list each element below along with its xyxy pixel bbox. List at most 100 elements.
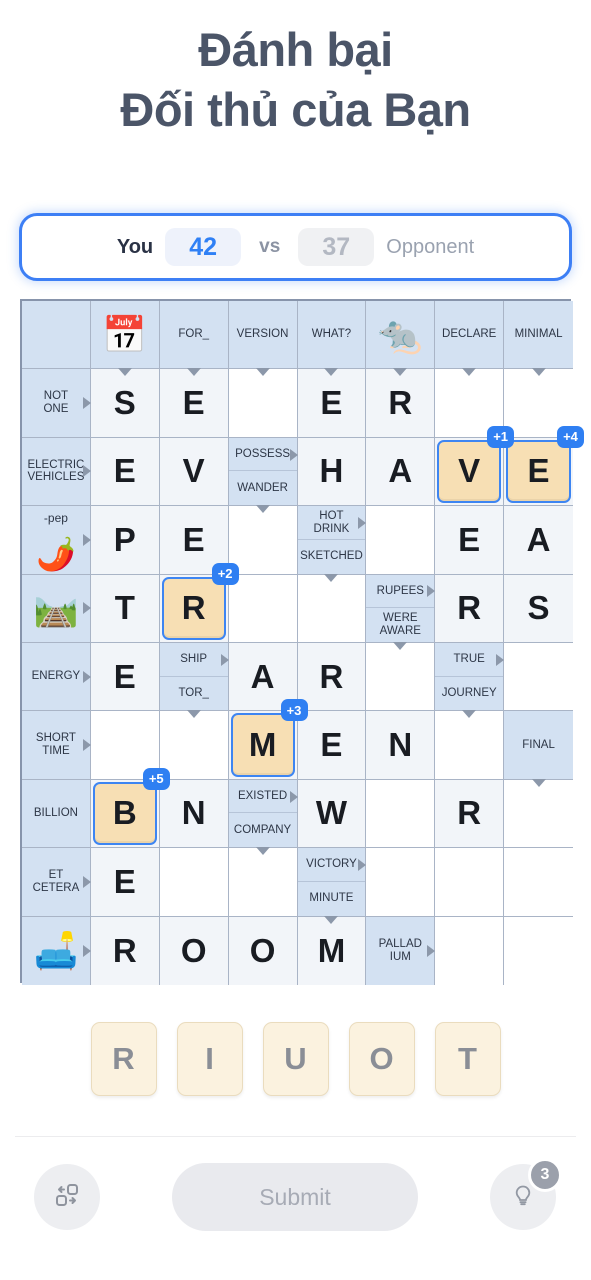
calendar-september-emoji: 📅 (102, 313, 148, 355)
grid-letter-cell[interactable]: E (297, 711, 367, 780)
rack-tile[interactable]: R (90, 1022, 157, 1096)
grid-letter: R (457, 794, 482, 832)
grid-letter-cell[interactable]: R (297, 643, 367, 712)
grid-letter-cell[interactable]: N (366, 711, 436, 780)
clue-text-top: TRUE (435, 643, 504, 677)
submit-button[interactable]: Submit (172, 1163, 418, 1231)
grid-empty-cell[interactable] (159, 848, 229, 917)
arrow-down-icon (255, 505, 270, 514)
rack-tile[interactable]: T (434, 1022, 501, 1096)
rack-tile[interactable]: I (176, 1022, 243, 1096)
grid-empty-cell[interactable] (297, 574, 367, 643)
grid-letter-cell[interactable]: H (297, 437, 367, 507)
grid-letter-cell[interactable]: R (435, 779, 505, 849)
couch-lamp-emoji: 🛋️ (33, 929, 79, 971)
grid-letter-cell[interactable]: T (90, 574, 160, 643)
grid-empty-cell[interactable] (435, 848, 505, 917)
clue-text-bottom: COMPANY (233, 824, 292, 836)
grid-letter-cell[interactable]: E (435, 506, 505, 575)
placed-tile[interactable]: R (161, 576, 226, 640)
opponent-label: Opponent (386, 235, 475, 258)
arrow-right-icon (82, 397, 91, 410)
title-line-2: Đối thủ của Bạn (120, 82, 471, 136)
grid-empty-cell[interactable] (228, 369, 298, 438)
grid-empty-cell[interactable] (504, 779, 573, 849)
grid-empty-cell[interactable] (435, 916, 505, 985)
arrow-right-icon (496, 653, 505, 666)
grid-letter-cell[interactable]: O (228, 916, 298, 985)
grid-letter-cell[interactable]: R (435, 574, 505, 643)
arrow-right-icon (427, 585, 436, 598)
grid-placed-tile-cell[interactable]: M +3 (228, 699, 308, 780)
grid-letter-cell[interactable]: A (504, 506, 573, 575)
grid-letter-cell[interactable]: S (504, 574, 573, 643)
hint-button[interactable]: 3 (490, 1158, 562, 1230)
placed-tile[interactable]: E (506, 439, 571, 504)
grid-placed-tile-cell[interactable]: R +2 (159, 562, 239, 643)
grid-letter: O (249, 931, 276, 969)
grid-empty-cell[interactable] (228, 848, 298, 917)
grid-empty-cell[interactable] (435, 711, 505, 780)
grid-letter-cell[interactable]: E (90, 437, 160, 507)
grid-empty-cell[interactable] (366, 643, 436, 712)
rack-tile[interactable]: U (262, 1022, 329, 1096)
grid-letter-cell[interactable]: W (297, 779, 367, 849)
grid-letter: E (458, 520, 481, 558)
grid-letter-cell[interactable]: E (90, 643, 160, 712)
grid-letter-cell[interactable]: M (297, 916, 367, 985)
grid-empty-cell[interactable] (504, 916, 573, 985)
arrow-right-icon (82, 670, 91, 683)
grid-letter-cell[interactable]: N (159, 779, 229, 849)
grid-letter: R (457, 589, 482, 627)
grid-empty-cell[interactable] (159, 711, 229, 780)
arrow-down-icon (186, 368, 201, 377)
shuffle-icon (51, 1179, 83, 1216)
grid-letter: R (388, 384, 413, 422)
grid-empty-cell[interactable] (228, 574, 298, 643)
arrow-down-icon (255, 847, 270, 856)
app-root: Đánh bại Đối thủ của Bạn You 42 vs 37 Op… (0, 0, 591, 1280)
grid-clue-cell (22, 301, 91, 370)
grid-empty-cell[interactable] (504, 848, 573, 917)
grid-placed-tile-cell[interactable]: B +5 (90, 767, 170, 849)
grid-empty-cell[interactable] (228, 506, 298, 575)
bottom-divider (15, 1136, 576, 1137)
grid-letter-cell[interactable]: A (366, 437, 436, 507)
grid-letter-cell[interactable]: E (297, 369, 367, 438)
grid-placed-tile-cell[interactable]: E +4 (504, 425, 584, 507)
opponent-score: 37 (298, 228, 375, 266)
arrow-right-icon (427, 944, 436, 957)
clue-text: NOT ONE (43, 390, 69, 416)
placed-tile[interactable]: B (92, 781, 157, 846)
tile-score-badge: +1 (487, 425, 515, 448)
crossword-grid[interactable]: 📅 FOR_ VERSION WHAT? 🐀 DECLARE MINIMAL NOT ONE S… (20, 299, 584, 985)
clue-sub-label: -pep (43, 511, 68, 526)
grid-empty-cell[interactable] (366, 779, 436, 849)
grid-clue-cell-split: SHIP TOR_ (159, 643, 229, 719)
clue-text-bottom: TOR_ (178, 687, 209, 700)
grid-letter-cell[interactable]: E (159, 369, 229, 438)
placed-tile[interactable]: M (230, 713, 295, 777)
placed-tile[interactable]: V (437, 439, 502, 504)
grid-letter-cell[interactable]: R (90, 916, 160, 985)
rack-tile[interactable]: O (348, 1022, 415, 1096)
letter-rack[interactable]: RIUOT (0, 1022, 591, 1096)
tile-score-badge: +2 (211, 562, 239, 585)
grid-letter-cell[interactable]: E (90, 848, 160, 917)
page-title: Đánh bại Đối thủ của Bạn (0, 20, 591, 139)
grid-letter-cell[interactable]: R (366, 369, 436, 438)
grid-letter: S (527, 589, 550, 627)
grid-empty-cell[interactable] (366, 848, 436, 917)
grid-clue-cell: 📅 (90, 301, 160, 377)
grid-letter-cell[interactable]: O (159, 916, 229, 985)
clue-text-bottom: SKETCHED (300, 550, 363, 563)
grid-empty-cell[interactable] (504, 643, 573, 712)
grid-letter-cell[interactable]: V (159, 437, 229, 507)
grid-empty-cell[interactable] (366, 506, 436, 575)
clue-text: FINAL (522, 738, 555, 751)
shuffle-button[interactable] (34, 1164, 100, 1230)
arrow-right-icon (82, 875, 91, 888)
grid-placed-tile-cell[interactable]: V +1 (435, 425, 515, 507)
grid-letter-cell[interactable]: P (90, 506, 160, 575)
grid-letter-cell[interactable]: S (90, 369, 160, 438)
